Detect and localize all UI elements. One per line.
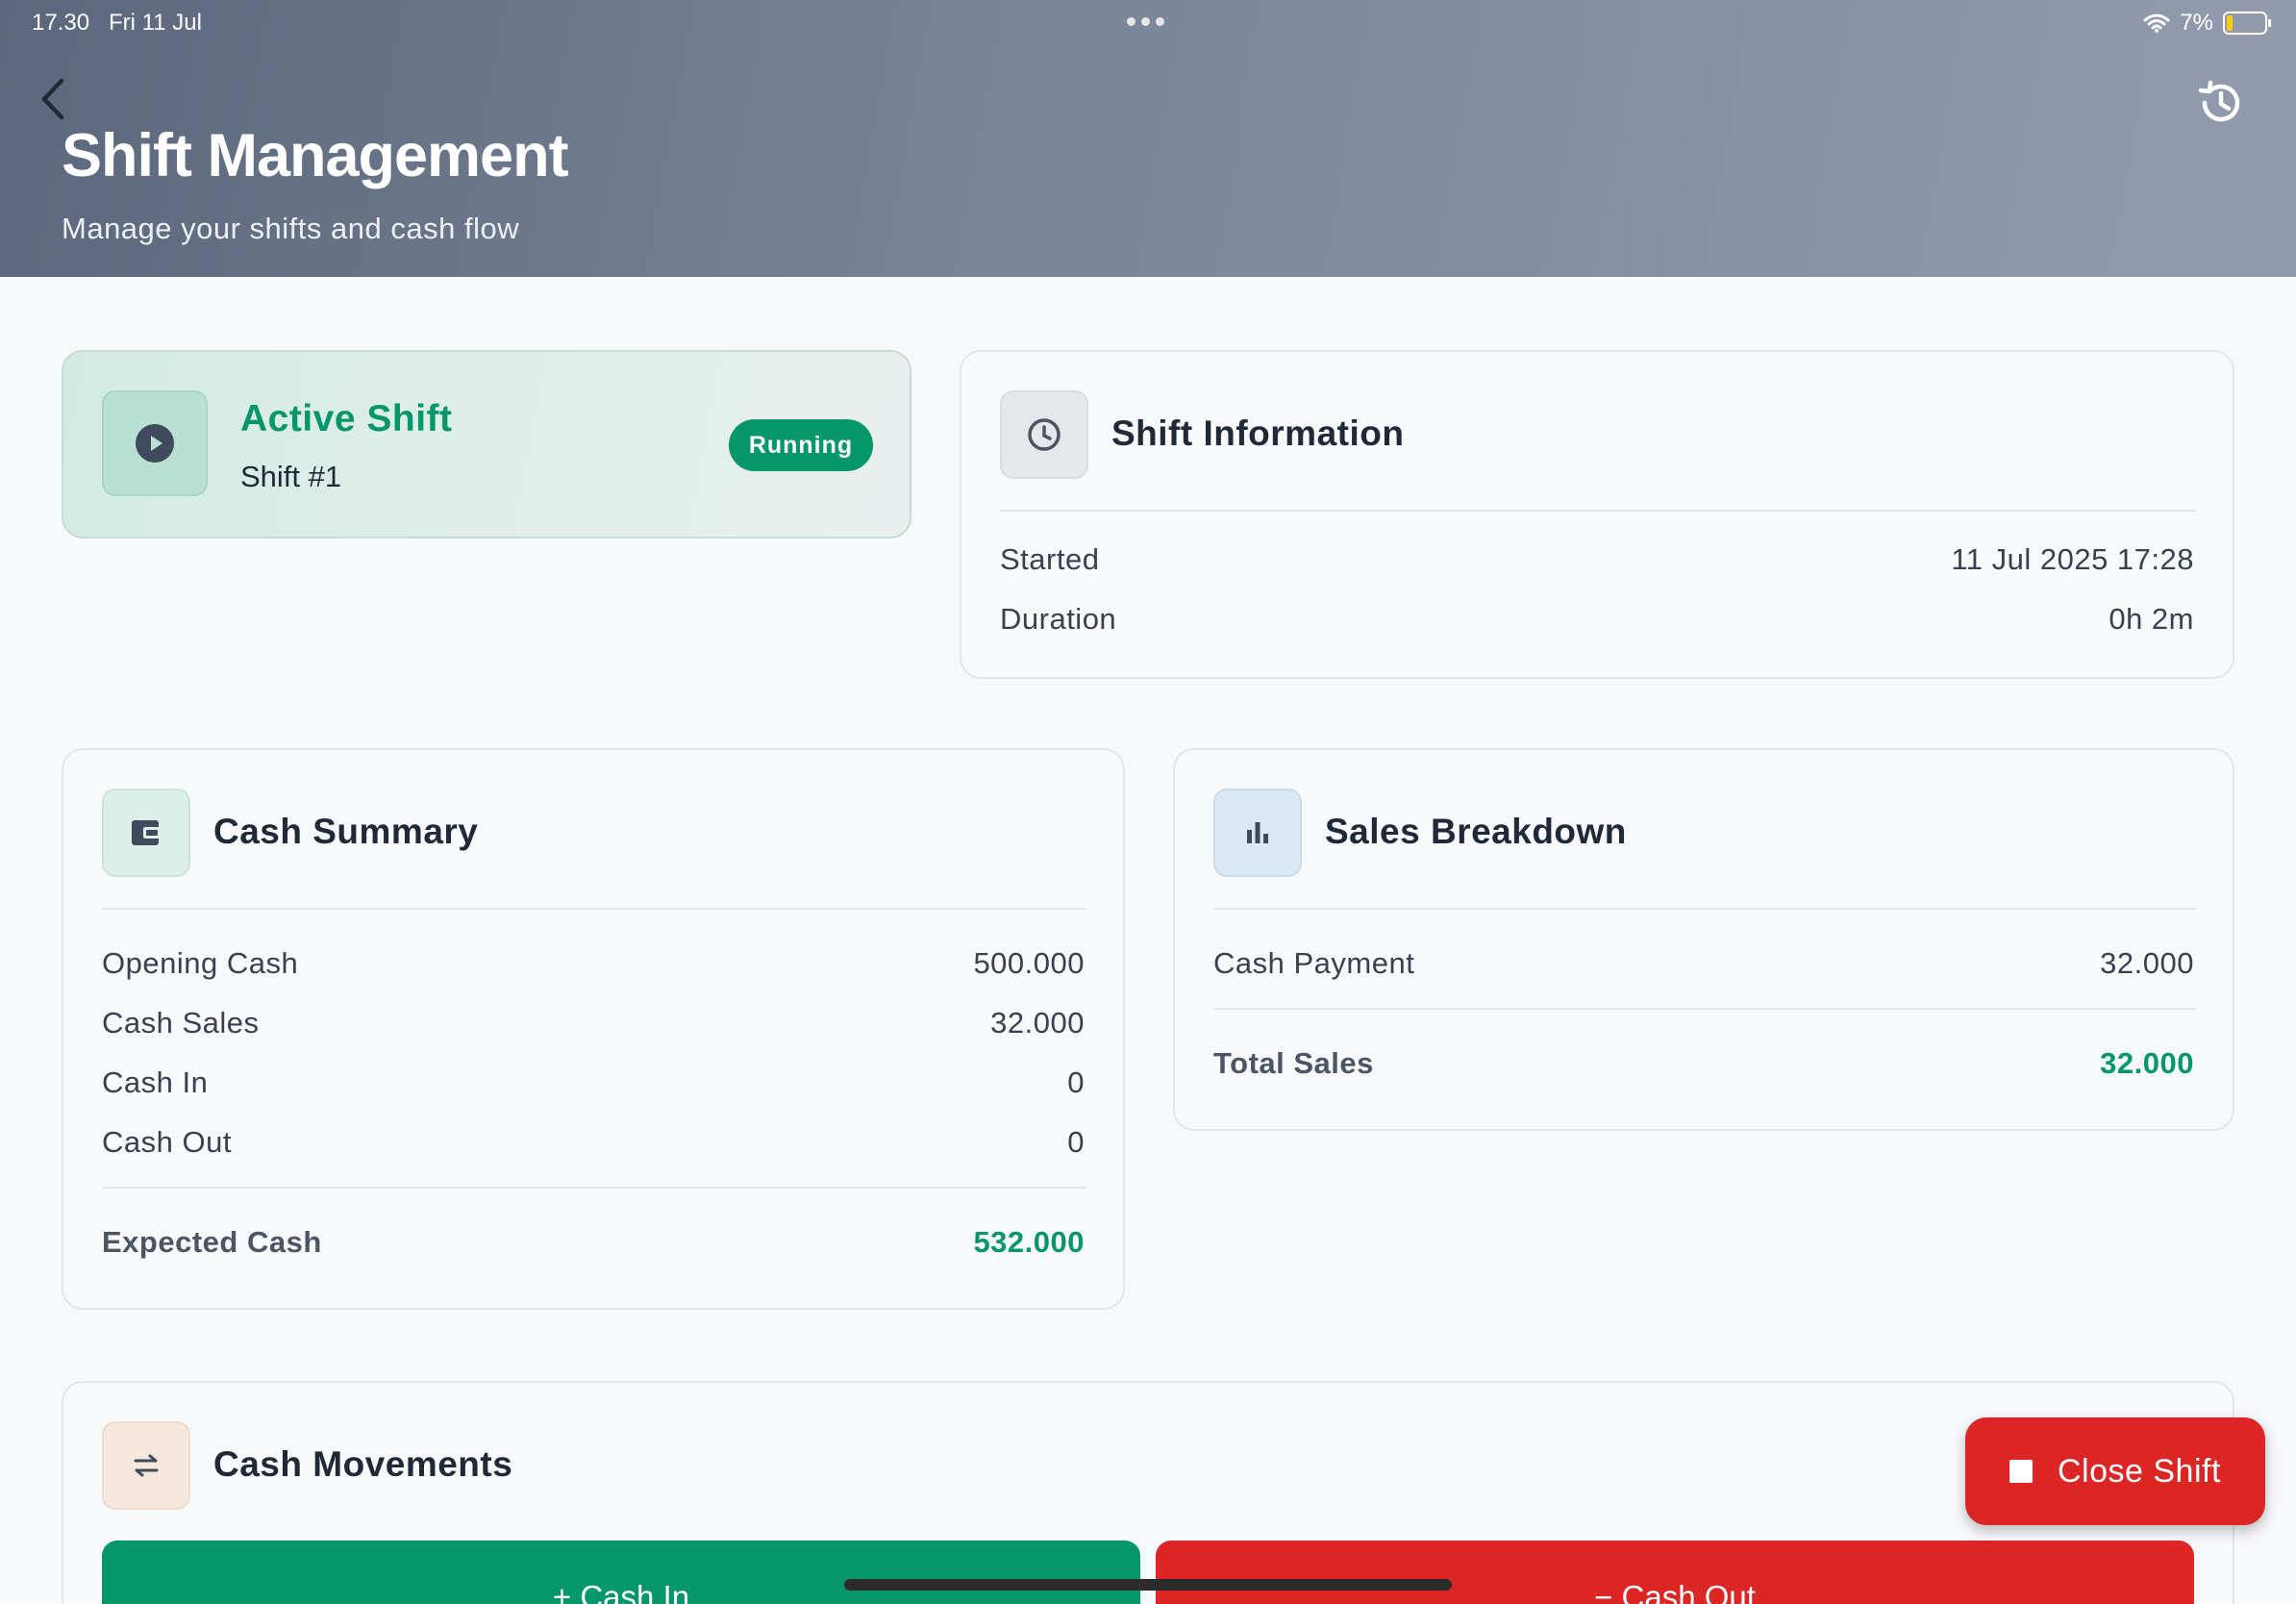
- shift-info-icon-box: [1000, 390, 1088, 479]
- active-shift-icon-box: [102, 390, 208, 496]
- page-subtitle: Manage your shifts and cash flow: [62, 212, 520, 245]
- history-icon: [2198, 80, 2240, 122]
- chevron-left-icon: [41, 78, 64, 120]
- sales-breakdown-icon-box: [1213, 789, 1302, 877]
- home-indicator[interactable]: [844, 1579, 1452, 1591]
- multitask-dots-icon[interactable]: [1127, 17, 1164, 26]
- sales-breakdown-card: Sales Breakdown Cash Payment 32.000 Tota…: [1173, 748, 2234, 1131]
- duration-value: 0h 2m: [2109, 602, 2194, 636]
- shift-info-title: Shift Information: [1111, 414, 1405, 453]
- battery-percent: 7%: [2180, 10, 2213, 36]
- cash-sales-value: 32.000: [990, 1006, 1085, 1040]
- status-time: 17.30: [32, 10, 90, 36]
- cash-in-button[interactable]: + Cash In: [102, 1541, 1140, 1604]
- started-value: 11 Jul 2025 17:28: [1951, 542, 2194, 576]
- opening-cash-value: 500.000: [973, 946, 1085, 980]
- battery-icon: [2223, 12, 2271, 35]
- opening-cash-label: Opening Cash: [102, 946, 299, 980]
- history-button[interactable]: [2194, 77, 2246, 129]
- close-shift-button[interactable]: Close Shift: [1965, 1417, 2265, 1525]
- cash-payment-label: Cash Payment: [1213, 946, 1415, 980]
- active-shift-card: Active Shift Shift #1 Running: [62, 350, 911, 539]
- clock-icon: [1028, 418, 1061, 451]
- cash-out-value: 0: [1067, 1125, 1085, 1159]
- cash-out-button[interactable]: − Cash Out: [1156, 1541, 2194, 1604]
- cash-movements-title: Cash Movements: [213, 1444, 513, 1484]
- cash-out-button-label: − Cash Out: [1594, 1579, 1756, 1604]
- stop-icon: [2009, 1460, 2033, 1483]
- cash-in-button-label: + Cash In: [552, 1579, 690, 1604]
- cash-summary-title: Cash Summary: [213, 812, 479, 851]
- shift-information-card: Shift Information Started 11 Jul 2025 17…: [960, 350, 2234, 679]
- divider: [1000, 510, 2196, 512]
- expected-cash-label: Expected Cash: [102, 1225, 322, 1259]
- cash-payment-value: 32.000: [2100, 946, 2194, 980]
- back-button[interactable]: [35, 75, 73, 123]
- active-shift-number: Shift #1: [240, 460, 342, 493]
- active-shift-title: Active Shift: [240, 398, 453, 439]
- bar-chart-icon: [1247, 822, 1268, 843]
- cash-sales-label: Cash Sales: [102, 1006, 260, 1040]
- app-header: 17.30 Fri 11 Jul 7% Shift Management Man…: [0, 0, 2296, 277]
- cash-in-label: Cash In: [102, 1065, 209, 1099]
- play-circle-icon: [136, 424, 174, 463]
- total-sales-label: Total Sales: [1213, 1046, 1374, 1080]
- cash-out-label: Cash Out: [102, 1125, 232, 1159]
- started-label: Started: [1000, 542, 1100, 576]
- divider: [1213, 908, 2196, 910]
- swap-arrows-icon: [134, 1454, 159, 1477]
- divider: [1213, 1008, 2196, 1010]
- divider: [102, 1187, 1086, 1189]
- status-date: Fri 11 Jul: [109, 10, 202, 36]
- cash-summary-icon-box: [102, 789, 190, 877]
- wallet-icon: [132, 820, 161, 845]
- cash-movements-icon-box: [102, 1421, 190, 1510]
- page-title: Shift Management: [62, 122, 569, 189]
- duration-label: Duration: [1000, 602, 1117, 636]
- wifi-icon: [2143, 13, 2170, 33]
- total-sales-value: 32.000: [2100, 1046, 2194, 1080]
- running-status-badge: Running: [729, 419, 873, 471]
- sales-breakdown-title: Sales Breakdown: [1325, 812, 1627, 851]
- status-bar: 17.30 Fri 11 Jul 7%: [0, 10, 2296, 38]
- status-right: 7%: [2143, 10, 2271, 37]
- cash-in-value: 0: [1067, 1065, 1085, 1099]
- cash-summary-card: Cash Summary Opening Cash 500.000 Cash S…: [62, 748, 1125, 1310]
- divider: [102, 908, 1086, 910]
- close-shift-label: Close Shift: [2058, 1452, 2221, 1490]
- expected-cash-value: 532.000: [973, 1225, 1085, 1259]
